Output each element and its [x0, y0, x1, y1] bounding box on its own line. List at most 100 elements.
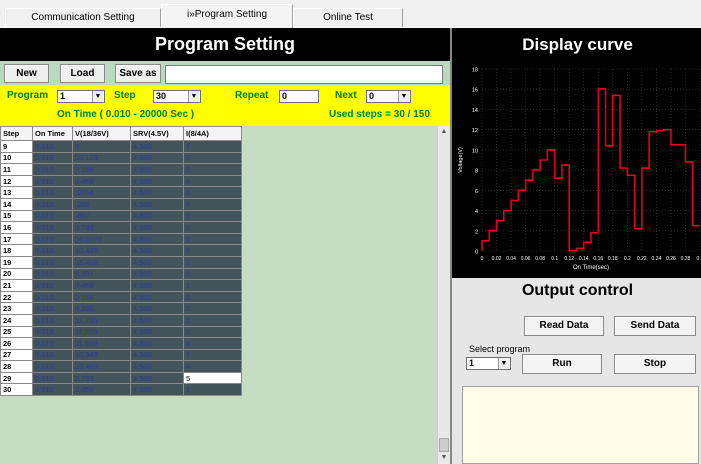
cell-srv[interactable]: 4.500 — [130, 371, 184, 385]
cell-voltage[interactable]: 8.207 — [72, 267, 131, 281]
cell-current[interactable]: 1 — [183, 267, 242, 281]
cell-current[interactable]: 1 — [183, 140, 242, 153]
step-select[interactable]: 30 ▼ — [153, 90, 201, 103]
cell-current[interactable]: 1 — [183, 255, 242, 269]
cell-voltage[interactable]: 11.785 — [72, 313, 131, 327]
table-row[interactable]: 10 0.010 10.123 4.500 2 — [0, 151, 242, 165]
table-row[interactable]: 25 0.010 11.869 4.500 2 — [0, 325, 242, 339]
tab-communication-setting[interactable]: Communication Setting — [5, 8, 161, 27]
cell-current[interactable]: 1 — [183, 313, 242, 327]
table-row[interactable]: 19 0.010 15.426 4.500 1 — [0, 255, 242, 269]
stop-button[interactable]: Stop — [614, 354, 696, 374]
cell-voltage[interactable]: 7.469 — [72, 279, 131, 292]
table-row[interactable]: 12 0.010 8.469 4.500 4 — [0, 174, 242, 188]
table-row[interactable]: 21 0.010 7.469 4.500 1 — [0, 279, 242, 292]
cell-on-time[interactable]: 0.010 — [32, 151, 73, 165]
table-row[interactable]: 17 0.010 16.0278 4.500 1 — [0, 232, 242, 246]
program-filename-field[interactable] — [165, 65, 443, 84]
scroll-up-icon[interactable]: ▲ — [438, 126, 450, 138]
cell-current[interactable]: 1 — [183, 383, 242, 397]
cell-on-time[interactable]: 0.010 — [32, 221, 73, 234]
new-button[interactable]: New — [4, 64, 49, 83]
cell-current[interactable]: 3 — [183, 209, 242, 223]
table-row[interactable]: 15 0.010.867 4.500 3 — [0, 209, 242, 223]
cell-srv[interactable]: 4.500 — [130, 383, 184, 397]
cell-voltage[interactable]: 2.156 — [72, 290, 131, 304]
cell-on-time[interactable]: 0.010 — [32, 267, 73, 281]
cell-voltage[interactable]: 9 — [72, 140, 131, 153]
cell-current[interactable]: 5 — [183, 186, 242, 199]
grid-vertical-scrollbar[interactable]: ▲ ▼ — [437, 126, 450, 464]
program-select[interactable]: 1 ▼ — [57, 90, 105, 103]
cell-current[interactable]: 2 — [183, 302, 242, 315]
cell-current[interactable]: 2 — [183, 151, 242, 165]
cell-voltage[interactable]: 15.426 — [72, 255, 131, 269]
cell-srv[interactable]: 4.500 — [130, 209, 184, 223]
cell-current[interactable]: 4 — [183, 174, 242, 188]
table-row[interactable]: 16 0.010 1.789 4.500 2 — [0, 221, 242, 234]
output-log-area[interactable] — [462, 386, 699, 464]
table-row[interactable]: 24 0.010 11.785 4.500 1 — [0, 313, 242, 327]
cell-on-time[interactable]: 0.010 — [32, 197, 73, 211]
table-row[interactable]: 11 0.010 7.156 4.500 3 — [0, 163, 242, 176]
send-data-button[interactable]: Send Data — [614, 316, 696, 336]
cell-srv[interactable]: 4.500 — [130, 360, 184, 373]
chevron-down-icon[interactable]: ▼ — [188, 91, 199, 102]
cell-current[interactable]: 1 — [183, 348, 242, 362]
read-data-button[interactable]: Read Data — [524, 316, 604, 336]
cell-on-time[interactable]: 0.010 — [32, 383, 73, 397]
scroll-thumb[interactable] — [439, 438, 449, 452]
cell-srv[interactable]: 4.500 — [130, 163, 184, 176]
cell-on-time[interactable]: 0.010 — [32, 348, 73, 362]
table-row[interactable]: 26 0.010 11.999 4.500 4 — [0, 337, 242, 350]
cell-srv[interactable]: 4.500 — [130, 232, 184, 246]
cell-current[interactable]: 4 — [183, 360, 242, 373]
cell-srv[interactable]: 4.500 — [130, 279, 184, 292]
cell-voltage[interactable]: 11.869 — [72, 325, 131, 339]
table-row[interactable]: 20 0.010 8.207 4.500 1 — [0, 267, 242, 281]
cell-srv[interactable]: 4.500 — [130, 140, 184, 153]
cell-srv[interactable]: 4.500 — [130, 313, 184, 327]
cell-srv[interactable]: 4.500 — [130, 186, 184, 199]
cell-voltage[interactable]: 10.549 — [72, 348, 131, 362]
cell-srv[interactable]: 4.500 — [130, 244, 184, 257]
cell-current[interactable]: 2 — [183, 325, 242, 339]
chevron-down-icon[interactable]: ▼ — [92, 91, 103, 102]
cell-voltage[interactable]: 1.789 — [72, 221, 131, 234]
load-button[interactable]: Load — [60, 64, 105, 83]
cell-voltage[interactable]: 11.999 — [72, 337, 131, 350]
cell-current[interactable]: 5 — [183, 371, 242, 385]
table-row[interactable]: 29 0.010 8.753 4.500 5 — [0, 371, 242, 385]
cell-on-time[interactable]: 0.010 — [32, 325, 73, 339]
cell-on-time[interactable]: 0.010 — [32, 174, 73, 188]
cell-on-time[interactable]: 0.010 — [32, 371, 73, 385]
cell-srv[interactable]: 4.500 — [130, 325, 184, 339]
cell-voltage[interactable]: 8.469 — [72, 174, 131, 188]
cell-on-time[interactable]: 0.010 — [32, 279, 73, 292]
cell-on-time[interactable]: 0.010 — [32, 163, 73, 176]
cell-srv[interactable]: 4.500 — [130, 267, 184, 281]
cell-current[interactable]: 4 — [183, 337, 242, 350]
cell-srv[interactable]: 4.500 — [130, 255, 184, 269]
cell-current[interactable]: 1 — [183, 279, 242, 292]
cell-srv[interactable]: 4.500 — [130, 337, 184, 350]
next-select[interactable]: 0 ▼ — [366, 90, 411, 103]
cell-on-time[interactable]: 0.010 — [32, 209, 73, 223]
cell-on-time[interactable]: 0.010 — [32, 290, 73, 304]
cell-srv[interactable]: 4.500 — [130, 348, 184, 362]
run-button[interactable]: Run — [522, 354, 602, 374]
cell-on-time[interactable]: 0.010 — [32, 360, 73, 373]
cell-srv[interactable]: 4.500 — [130, 197, 184, 211]
cell-on-time[interactable]: 0.010 — [32, 232, 73, 246]
cell-voltage[interactable]: 7.156 — [72, 163, 131, 176]
cell-current[interactable]: 5 — [183, 197, 242, 211]
cell-voltage[interactable]: 16.0278 — [72, 232, 131, 246]
save-as-button[interactable]: Save as — [115, 64, 161, 83]
cell-current[interactable]: 1 — [183, 232, 242, 246]
table-row[interactable]: 13 0.010.0254 4.500 5 — [0, 186, 242, 199]
cell-on-time[interactable]: 0.010 — [32, 186, 73, 199]
cell-voltage[interactable]: .0254 — [72, 186, 131, 199]
cell-srv[interactable]: 4.500 — [130, 151, 184, 165]
cell-voltage[interactable]: 10.123 — [72, 151, 131, 165]
tab-program-setting[interactable]: i»Program Setting — [161, 4, 293, 28]
